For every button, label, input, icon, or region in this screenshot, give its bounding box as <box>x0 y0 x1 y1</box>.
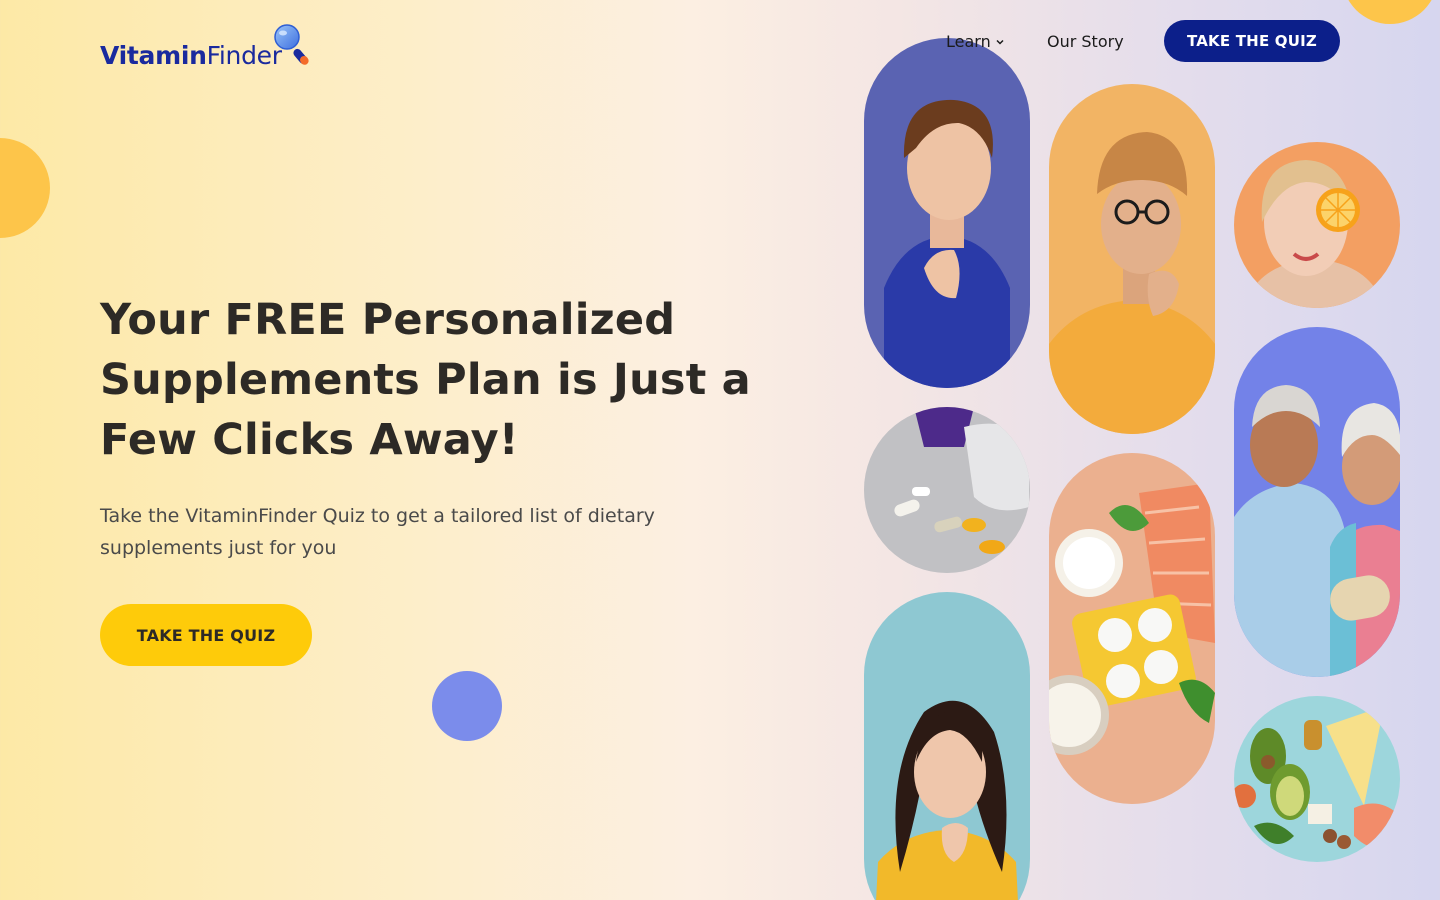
logo-text: VitaminFinder <box>100 41 282 70</box>
protein-foods-photo <box>1049 453 1215 804</box>
woman-thinking-photo <box>864 38 1030 388</box>
nav-learn-label: Learn <box>946 32 991 51</box>
nav-learn[interactable]: Learn <box>946 32 1005 51</box>
hero-title: Your FREE Personalized Supplements Plan … <box>100 295 751 465</box>
nav-take-quiz-button[interactable]: TAKE THE QUIZ <box>1164 20 1340 62</box>
decorative-circle-blue <box>432 671 502 741</box>
logo[interactable]: VitaminFinder <box>100 20 312 70</box>
hero-subtitle: Take the VitaminFinder Quiz to get a tai… <box>100 505 655 559</box>
man-beanie-thinking-photo <box>1049 84 1215 434</box>
chevron-down-icon <box>996 39 1004 45</box>
senior-couple-photo <box>1234 327 1400 677</box>
healthy-fats-foods-photo <box>1234 696 1400 862</box>
magnifier-pill-icon <box>270 24 312 70</box>
hero-take-quiz-button[interactable]: TAKE THE QUIZ <box>100 604 312 666</box>
supplement-pills-photo <box>864 407 1030 573</box>
nav-our-story[interactable]: Our Story <box>1047 32 1124 51</box>
woman-orange-photo <box>1234 142 1400 308</box>
woman-curly-hair-photo <box>864 592 1030 900</box>
decorative-circle-yellow-top <box>1342 0 1438 24</box>
decorative-circle-yellow <box>0 138 50 238</box>
